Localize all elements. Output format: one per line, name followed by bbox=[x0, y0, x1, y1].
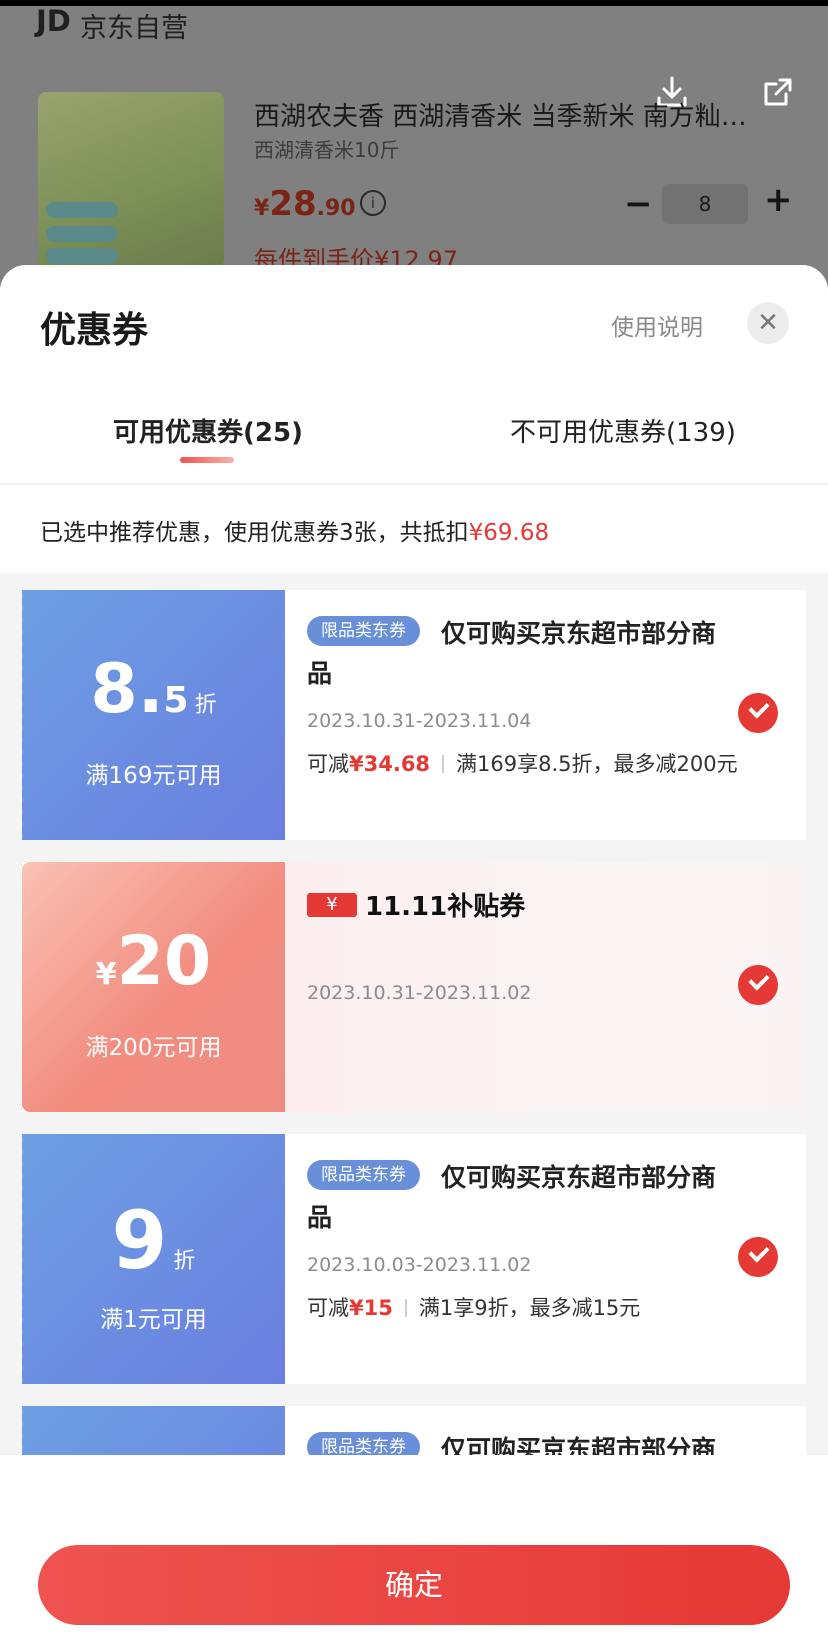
coupon-title: 仅可购买京东超市部分商品 bbox=[307, 619, 717, 688]
summary-amount: ¥69.68 bbox=[468, 520, 550, 546]
coupon-details: 限品类东券 仅可购买京东超市部分商品 2023.10.03-2023.11.02… bbox=[285, 1134, 806, 1384]
selection-summary: 已选中推荐优惠，使用优惠券3张，共抵扣¥69.68 bbox=[0, 485, 828, 573]
coupon-details: ¥11.11补贴券 2023.10.31-2023.11.02 bbox=[285, 862, 806, 1112]
modal-header: 优惠券 使用说明 ✕ 可用优惠券(25) 不可用优惠券(139) bbox=[0, 265, 828, 485]
coupon-card[interactable]: ¥20 满200元可用 ¥11.11补贴券 2023.10.31-2023.11… bbox=[22, 862, 806, 1112]
modal-title: 优惠券 bbox=[40, 310, 149, 351]
info-icon[interactable]: i bbox=[360, 190, 386, 216]
coupon-details: 限品类东券 仅可购买京东超市部分商品 2023.10.31-2023.11.04… bbox=[285, 590, 806, 840]
quantity-field[interactable]: 8 bbox=[662, 184, 748, 224]
share-icon[interactable] bbox=[760, 74, 796, 110]
coupon-title: 11.11补贴券 bbox=[365, 892, 526, 922]
tab-unavailable[interactable]: 不可用优惠券(139) bbox=[510, 412, 736, 449]
product-price: ¥28.90 bbox=[254, 184, 356, 224]
product-variant: 西湖清香米10斤 bbox=[254, 138, 400, 162]
coupon-value: 8.5折 bbox=[90, 650, 217, 729]
coupon-selected-check-icon[interactable] bbox=[738, 965, 778, 1005]
coupon-value-panel: ¥20 满200元可用 bbox=[22, 862, 285, 1112]
coupon-card[interactable]: 9折 满1元可用 限品类东券 仅可购买京东超市部分商品 2023.10.03-2… bbox=[18, 1134, 806, 1384]
store-label: 京东自营 bbox=[80, 13, 188, 44]
confirm-button[interactable]: 确定 bbox=[38, 1545, 790, 1625]
coupon-card[interactable]: 8.5 折 满169元可用 限品类东券 仅可购买京东超市部分商品 2023.10.… bbox=[18, 590, 806, 840]
coupon-value: ¥20 bbox=[95, 922, 212, 1001]
summary-text: 已选中推荐优惠，使用优惠券3张，共抵扣 bbox=[40, 520, 469, 546]
coupon-description: 可减¥15 满1享9折，最多减15元 bbox=[307, 1296, 641, 1320]
subsidy-coupon-logo: ¥11.11补贴券 bbox=[307, 886, 525, 922]
background-page: JD 京东自营 西湖农夫香 西湖清香米 当季新米 南方籼… 西湖清香米10斤 ¥… bbox=[0, 0, 828, 290]
coupon-validity: 2023.10.31-2023.11.02 bbox=[307, 982, 532, 1004]
yuan-icon: ¥ bbox=[307, 892, 357, 917]
coupon-description: 可减¥34.68 满169享8.5折，最多减200元 bbox=[307, 752, 738, 776]
coupon-condition: 满169元可用 bbox=[85, 763, 222, 789]
jd-logo: JD bbox=[36, 4, 71, 38]
tab-available[interactable]: 可用优惠券(25) bbox=[113, 412, 303, 449]
coupon-value: 9折 bbox=[111, 1194, 196, 1287]
product-title: 西湖农夫香 西湖清香米 当季新米 南方籼… bbox=[254, 102, 747, 132]
coupon-value-panel: 8.5 折 满169元可用 bbox=[18, 590, 285, 840]
decrease-quantity-button[interactable]: − bbox=[624, 184, 653, 224]
usage-help-link[interactable]: 使用说明 bbox=[611, 308, 703, 342]
coupon-condition: 满1元可用 bbox=[100, 1307, 207, 1333]
coupon-validity: 2023.10.03-2023.11.02 bbox=[307, 1254, 532, 1276]
coupon-validity: 2023.10.31-2023.11.04 bbox=[307, 710, 532, 732]
active-tab-indicator bbox=[180, 457, 234, 463]
close-icon[interactable]: ✕ bbox=[747, 302, 789, 344]
coupon-title: 仅可购买京东超市部分商品 bbox=[307, 1163, 717, 1232]
product-thumbnail bbox=[38, 92, 224, 268]
coupon-modal: 优惠券 使用说明 ✕ 可用优惠券(25) 不可用优惠券(139) 已选中推荐优惠… bbox=[0, 265, 828, 1650]
increase-quantity-button[interactable]: + bbox=[764, 180, 793, 220]
coupon-value-panel: 9折 满1元可用 bbox=[18, 1134, 285, 1384]
coupon-selected-check-icon[interactable] bbox=[738, 693, 778, 733]
coupon-selected-check-icon[interactable] bbox=[738, 1237, 778, 1277]
coupon-condition: 满200元可用 bbox=[85, 1035, 222, 1061]
